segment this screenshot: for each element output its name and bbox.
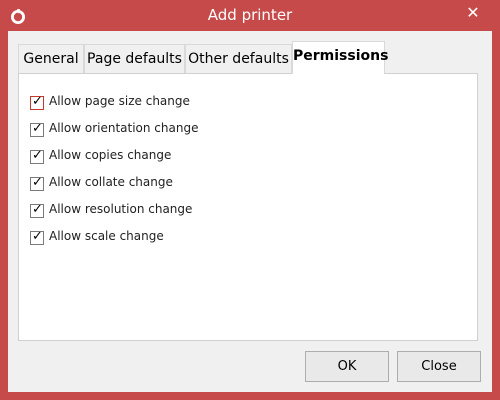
permission-row-resolution[interactable]: ✓ Allow resolution change: [30, 202, 330, 220]
resolution-label: Allow resolution change: [49, 202, 193, 216]
orientation-checkbox[interactable]: ✓: [30, 121, 44, 137]
scale-label: Allow scale change: [49, 229, 164, 243]
tab-other-defaults[interactable]: Other defaults: [185, 44, 292, 73]
permissions-panel: ✓ Allow page size change ✓ Allow orienta…: [18, 73, 478, 341]
window-title: Add printer: [207, 6, 293, 24]
scale-checkbox[interactable]: ✓: [30, 229, 44, 245]
title-bar: Add printer ✕: [0, 0, 500, 32]
copies-label: Allow copies change: [49, 148, 172, 162]
tab-page-defaults[interactable]: Page defaults: [84, 44, 185, 73]
checkmark-icon: ✓: [32, 148, 43, 163]
dialog-client-area: General Page defaults Other defaults Per…: [8, 31, 492, 392]
checkmark-icon: ✓: [32, 175, 43, 190]
collate-checkbox[interactable]: ✓: [30, 175, 44, 191]
tab-general[interactable]: General: [18, 44, 84, 73]
add-printer-dialog: Add printer ✕ General Page defaults Othe…: [0, 0, 500, 400]
close-button[interactable]: Close: [397, 351, 481, 382]
permission-row-collate[interactable]: ✓ Allow collate change: [30, 175, 330, 193]
orientation-label: Allow orientation change: [49, 121, 199, 135]
permission-row-copies[interactable]: ✓ Allow copies change: [30, 148, 330, 166]
close-icon[interactable]: ✕: [462, 4, 484, 22]
ok-button[interactable]: OK: [305, 351, 389, 382]
permission-row-page-size[interactable]: ✓ Allow page size change: [30, 94, 330, 112]
checkmark-icon: ✓: [32, 121, 43, 136]
collate-label: Allow collate change: [49, 175, 173, 189]
tab-page-defaults-label: Page defaults: [87, 51, 182, 67]
tab-general-label: General: [23, 51, 79, 67]
copies-checkbox[interactable]: ✓: [30, 148, 44, 164]
permission-row-orientation[interactable]: ✓ Allow orientation change: [30, 121, 330, 139]
tab-permissions[interactable]: Permissions: [292, 41, 389, 74]
tab-permissions-label: Permissions: [293, 48, 389, 64]
tab-other-defaults-label: Other defaults: [188, 51, 289, 67]
checkmark-icon: ✓: [32, 94, 43, 109]
checkmark-icon: ✓: [32, 202, 43, 217]
checkmark-icon: ✓: [32, 229, 43, 244]
page-size-checkbox[interactable]: ✓: [30, 94, 44, 110]
permission-row-scale[interactable]: ✓ Allow scale change: [30, 229, 330, 247]
resolution-checkbox[interactable]: ✓: [30, 202, 44, 218]
page-size-label: Allow page size change: [49, 94, 190, 108]
